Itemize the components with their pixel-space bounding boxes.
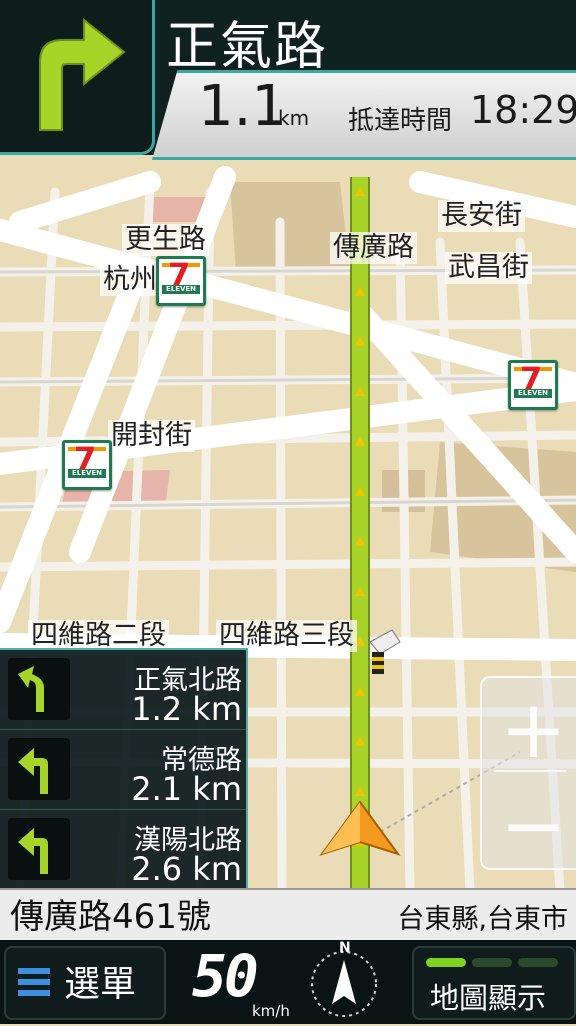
zoom-in-button[interactable]: + bbox=[500, 690, 567, 770]
street-label-kaifeng: 開封街 bbox=[108, 420, 195, 452]
speed-unit: km/h bbox=[252, 1002, 290, 1020]
zoom-divider bbox=[494, 770, 566, 772]
street-label-changan: 長安街 bbox=[438, 200, 525, 232]
turn-distance: 2.1 km bbox=[131, 770, 242, 808]
menu-label[interactable]: 選單 bbox=[64, 955, 136, 1007]
next-street-name: 正氣路 bbox=[166, 17, 329, 77]
turn-left-icon bbox=[8, 738, 70, 800]
turn-list-item[interactable]: 漢陽北路 2.6 km bbox=[0, 810, 246, 889]
turn-list-item[interactable]: 常德路 2.1 km bbox=[0, 730, 246, 810]
turn-right-icon bbox=[39, 17, 126, 131]
map-mode-indicator bbox=[472, 958, 512, 967]
street-label-wuchang: 武昌街 bbox=[445, 252, 532, 284]
turn-distance: 1.2 km bbox=[131, 690, 242, 728]
current-street-address: 傳廣路461號 bbox=[10, 897, 211, 937]
arrival-time-label: 抵達時間 bbox=[348, 106, 453, 136]
current-region: 台東縣,台東市 bbox=[397, 904, 568, 935]
convenience-store-icon[interactable]: 7 ELEVEN bbox=[62, 440, 112, 490]
upcoming-turns-list[interactable]: 正氣北路 1.2 km 常德路 2.1 km 漢陽北路 2.6 km bbox=[0, 648, 248, 892]
speed-value: 50 bbox=[192, 942, 259, 1010]
turn-slight-left-icon bbox=[8, 658, 70, 720]
turn-distance: 2.6 km bbox=[131, 850, 242, 888]
menu-icon bbox=[18, 968, 50, 996]
street-label-chuanguang: 傳廣路 bbox=[330, 232, 417, 264]
convenience-store-icon[interactable]: 7 ELEVEN bbox=[508, 360, 558, 410]
distance-to-turn: 1.1 bbox=[198, 74, 288, 139]
compass-north-label: N bbox=[339, 940, 351, 956]
convenience-store-icon[interactable]: 7 ELEVEN bbox=[156, 256, 206, 306]
next-turn-panel[interactable] bbox=[0, 0, 155, 155]
distance-unit: km bbox=[278, 106, 310, 130]
map-mode-indicator bbox=[426, 958, 466, 967]
zoom-out-button[interactable]: − bbox=[500, 786, 567, 866]
turn-list-item[interactable]: 正氣北路 1.2 km bbox=[0, 650, 246, 730]
map-display-label[interactable]: 地圖顯示 bbox=[430, 975, 546, 1017]
map-mode-indicator bbox=[518, 958, 558, 967]
turn-left-icon bbox=[8, 818, 70, 880]
street-label-gengsheng: 更生路 bbox=[122, 224, 209, 256]
arrival-time: 18:29 bbox=[470, 88, 576, 132]
